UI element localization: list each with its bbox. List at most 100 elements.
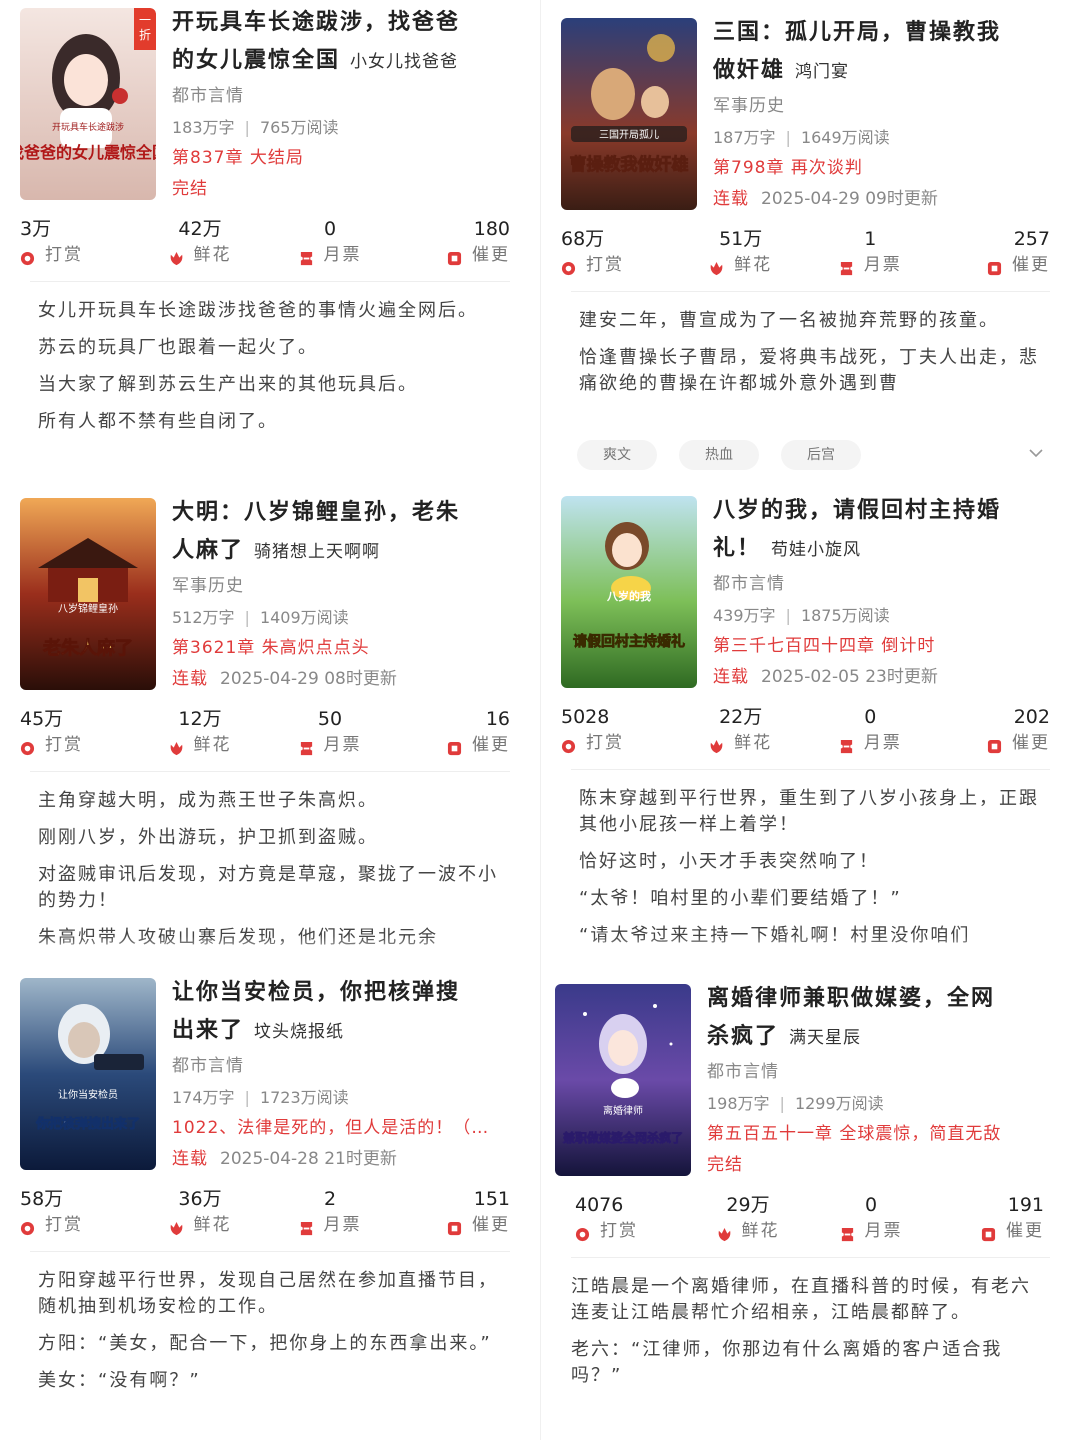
tag-chip[interactable]: 热血: [679, 440, 759, 470]
book-author[interactable]: 小女儿找爸爸: [350, 52, 458, 72]
book-title-cont[interactable]: 做奸雄 鸿门宴: [713, 52, 1058, 91]
book-title[interactable]: 离婚律师兼职做媒婆，全网: [707, 980, 1058, 1018]
book-title-cont[interactable]: 出来了 坟头烧报纸: [172, 1012, 518, 1051]
urge-metric[interactable]: 202 催更: [950, 704, 1050, 764]
book-card[interactable]: 开玩具车长途跋涉 找爸爸的女儿震惊全国 一折 开玩具车长途跋涉，找爸爸 的女儿震…: [0, 0, 540, 480]
book-author[interactable]: 满天星辰: [789, 1028, 861, 1048]
book-title-cont[interactable]: 的女儿震惊全国 小女儿找爸爸: [172, 42, 518, 81]
flower-value: 51万: [719, 228, 763, 250]
book-title[interactable]: 大明：八岁锦鲤皇孙，老朱: [172, 494, 518, 532]
reward-metric[interactable]: 68万 打赏: [561, 226, 661, 286]
book-card[interactable]: 三国开局孤儿 曹操教我做奸雄 三国：孤儿开局，曹操教我 做奸雄 鸿门宴 军事历史 …: [540, 0, 1080, 480]
ticket-metric[interactable]: 2 月票: [280, 1186, 380, 1246]
tag-chip[interactable]: 后宫: [781, 440, 861, 470]
book-title-cont[interactable]: 杀疯了 满天星辰: [707, 1018, 1058, 1057]
book-card[interactable]: 八岁的我 请假回村主持婚礼 八岁的我，请假回村主持婚 礼！ 苟娃小旋风 都市言情 …: [540, 480, 1080, 960]
ticket-metric[interactable]: 1 月票: [820, 226, 920, 286]
read-count: 1299万阅读: [794, 1094, 884, 1113]
ticket-label: 月票: [863, 255, 902, 275]
book-card[interactable]: 让你当安检员 你把核弹搜出来了 让你当安检员，你把核弹搜 出来了 坟头烧报纸 都市…: [0, 960, 540, 1440]
flower-icon: [169, 1218, 184, 1235]
reward-metric[interactable]: 58万 打赏: [20, 1186, 120, 1246]
book-description[interactable]: 主角穿越大明，成为燕王世子朱高炽。 刚刚八岁，外出游玩，护卫抓到盗贼。 对盗贼审…: [38, 788, 500, 960]
reward-metric[interactable]: 4076 打赏: [575, 1192, 675, 1252]
book-cover[interactable]: 三国开局孤儿 曹操教我做奸雄: [561, 18, 697, 210]
book-cover[interactable]: 八岁锦鲤皇孙 老朱人麻了: [20, 498, 156, 690]
book-info: 让你当安检员，你把核弹搜 出来了 坟头烧报纸 都市言情 174万字 | 1723万阅读…: [172, 974, 518, 1175]
urge-icon: [981, 1224, 996, 1241]
urge-metric[interactable]: 151 催更: [410, 1186, 510, 1246]
ticket-metric[interactable]: 0 月票: [820, 704, 920, 764]
book-cover[interactable]: 让你当安检员 你把核弹搜出来了: [20, 978, 156, 1170]
book-grid: 开玩具车长途跋涉 找爸爸的女儿震惊全国 一折 开玩具车长途跋涉，找爸爸 的女儿震…: [0, 0, 1080, 1440]
flower-metric[interactable]: 42万 鲜花: [150, 216, 250, 276]
book-author[interactable]: 苟娃小旋风: [771, 540, 861, 560]
book-description[interactable]: 女儿开玩具车长途跋涉找爸爸的事情火遍全网后。 苏云的玩具厂也跟着一起火了。 当大…: [38, 298, 500, 446]
latest-chapter[interactable]: 1022、法律是死的，但人是活的！（…: [172, 1113, 518, 1144]
flower-metric[interactable]: 36万 鲜花: [150, 1186, 250, 1246]
reward-icon: [575, 1224, 590, 1241]
cover-image: 八岁锦鲤皇孙 老朱人麻了: [20, 498, 156, 690]
latest-chapter[interactable]: 第798章 再次谈判: [713, 153, 1058, 184]
latest-chapter[interactable]: 第837章 大结局: [172, 143, 518, 174]
urge-value: 202: [1013, 706, 1050, 728]
urge-label: 催更: [472, 735, 510, 755]
book-title-line2: 的女儿震惊全国: [172, 48, 341, 73]
flower-metric[interactable]: 22万 鲜花: [691, 704, 791, 764]
description-paragraph: 陈末穿越到平行世界，重生到了八岁小孩身上，正跟其他小屁孩一样上着学！: [579, 788, 1039, 835]
flower-value: 22万: [719, 706, 763, 728]
book-description[interactable]: 方阳穿越平行世界，发现自己居然在参加直播节目，随机抽到机场安检的工作。 方阳：“…: [38, 1268, 500, 1405]
flower-metric[interactable]: 51万 鲜花: [691, 226, 791, 286]
book-card[interactable]: 八岁锦鲤皇孙 老朱人麻了 大明：八岁锦鲤皇孙，老朱 人麻了 骑猪想上天啊啊 军事历…: [0, 480, 540, 960]
tag-chip[interactable]: 爽文: [577, 440, 657, 470]
update-time: 2025-04-28 21时更新: [220, 1149, 397, 1169]
book-title[interactable]: 开玩具车长途跋涉，找爸爸: [172, 4, 518, 42]
urge-icon: [987, 258, 1002, 275]
fade-overlay: [541, 1416, 1080, 1440]
book-title[interactable]: 让你当安检员，你把核弹搜: [172, 974, 518, 1012]
flower-metric[interactable]: 12万 鲜花: [150, 706, 250, 766]
book-author[interactable]: 骑猪想上天啊啊: [254, 542, 380, 562]
latest-chapter[interactable]: 第三千七百四十四章 倒计时: [713, 631, 1058, 662]
book-title[interactable]: 八岁的我，请假回村主持婚: [713, 492, 1058, 530]
read-count: 1875万阅读: [800, 606, 890, 625]
book-title-cont[interactable]: 礼！ 苟娃小旋风: [713, 530, 1058, 569]
book-author[interactable]: 坟头烧报纸: [254, 1022, 344, 1042]
book-description[interactable]: 建安二年，曹宣成为了一名被抛弃荒野的孩童。 恰逢曹操长子曹昂，爱将典韦战死，丁夫…: [579, 308, 1040, 408]
flower-icon: [169, 738, 184, 755]
chevron-down-icon[interactable]: [1028, 445, 1044, 465]
urge-metric[interactable]: 191 催更: [944, 1192, 1044, 1252]
latest-chapter[interactable]: 第3621章 朱高炽点点头: [172, 633, 518, 664]
ticket-metric[interactable]: 0 月票: [821, 1192, 921, 1252]
book-title[interactable]: 三国：孤儿开局，曹操教我: [713, 14, 1058, 52]
ticket-label: 月票: [323, 1215, 362, 1235]
reward-icon: [561, 258, 576, 275]
urge-metric[interactable]: 180 催更: [410, 216, 510, 276]
book-card[interactable]: 离婚律师 兼职做媒婆全网杀疯了 离婚律师兼职做媒婆，全网 杀疯了 满天星辰 都市言…: [540, 960, 1080, 1440]
description-paragraph: 恰逢曹操长子曹昂，爱将典韦战死，丁夫人出走，悲痛欲绝的曹操在许都城外意外遇到曹: [579, 347, 1039, 394]
flower-metric[interactable]: 29万 鲜花: [698, 1192, 798, 1252]
book-cover[interactable]: 离婚律师 兼职做媒婆全网杀疯了: [555, 984, 691, 1176]
reward-metric[interactable]: 45万 打赏: [20, 706, 120, 766]
ticket-metric[interactable]: 50 月票: [280, 706, 380, 766]
status-label: 完结: [707, 1155, 743, 1175]
urge-metric[interactable]: 257 催更: [950, 226, 1050, 286]
book-title-cont[interactable]: 人麻了 骑猪想上天啊啊: [172, 532, 518, 571]
reward-label: 打赏: [45, 735, 83, 755]
book-cover[interactable]: 开玩具车长途跋涉 找爸爸的女儿震惊全国 一折: [20, 8, 156, 200]
flower-icon: [717, 1224, 732, 1241]
urge-metric[interactable]: 16 催更: [410, 706, 510, 766]
book-description[interactable]: 江皓晨是一个离婚律师，在直播科普的时候，有老六连麦让江皓晨帮忙介绍相亲，江皓晨都…: [571, 1274, 1040, 1400]
reward-metric[interactable]: 3万 打赏: [20, 216, 120, 276]
ticket-metric[interactable]: 0 月票: [280, 216, 380, 276]
book-cover[interactable]: 八岁的我 请假回村主持婚礼: [561, 496, 697, 688]
book-title-line2: 做奸雄: [713, 58, 786, 83]
reward-metric[interactable]: 5028 打赏: [561, 704, 661, 764]
reward-label: 打赏: [586, 733, 624, 753]
book-author[interactable]: 鸿门宴: [795, 62, 849, 82]
book-description[interactable]: 陈末穿越到平行世界，重生到了八岁小孩身上，正跟其他小屁孩一样上着学！ 恰好这时，…: [579, 786, 1040, 960]
metrics-row: 58万 打赏 36万 鲜花 2 月票 151 催更: [20, 1186, 510, 1246]
latest-chapter[interactable]: 第五百五十一章 全球震惊，简直无敌: [707, 1119, 1058, 1150]
fade-overlay: [0, 936, 540, 960]
ticket-value: 0: [864, 1194, 878, 1216]
